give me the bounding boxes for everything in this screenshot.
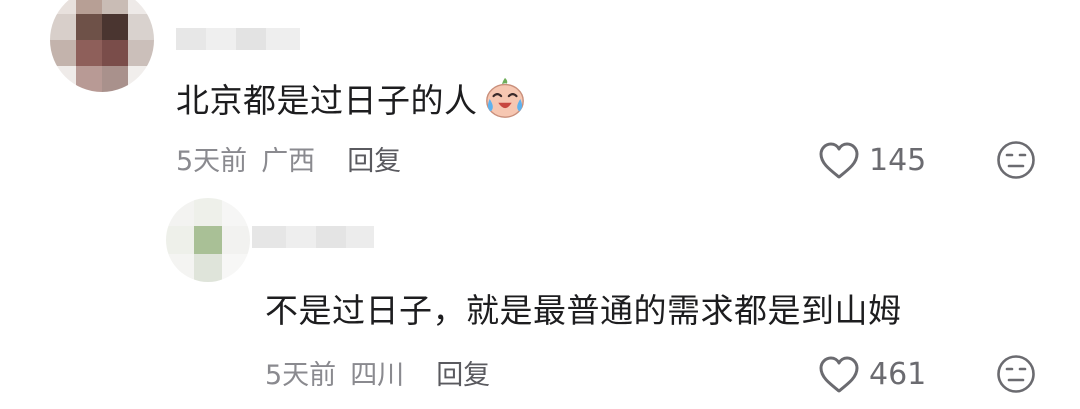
neutral-face-icon[interactable] <box>996 140 1036 180</box>
reply-button[interactable]: 回复 <box>436 353 490 392</box>
avatar[interactable] <box>50 0 154 92</box>
heart-outline-icon <box>819 356 859 393</box>
like-count: 461 <box>869 356 927 392</box>
comment-time: 5天前 <box>265 359 337 391</box>
username-blurred[interactable] <box>252 226 374 248</box>
heart-outline-icon <box>819 142 859 179</box>
comment-list: 北京都是过日子的人 5天前 广西 回复 145 不是过日子，就是最普通的需求都是… <box>0 0 1080 409</box>
crying-laughing-face-icon <box>485 77 524 118</box>
comment-text-content: 不是过日子，就是最普通的需求都是到山姆 <box>265 291 902 330</box>
neutral-face-icon[interactable] <box>996 354 1036 394</box>
comment-meta: 5天前 广西 回复 <box>176 138 401 178</box>
like-button[interactable]: 461 <box>817 352 926 396</box>
avatar[interactable] <box>166 198 250 282</box>
like-count: 145 <box>869 142 927 178</box>
like-button[interactable]: 145 <box>817 138 926 182</box>
comment-meta: 5天前 四川 回复 <box>265 352 490 392</box>
comment-text: 北京都是过日子的人 <box>176 74 528 122</box>
comment-location: 广西 <box>261 145 316 177</box>
comment-time: 5天前 <box>176 145 248 177</box>
comment-text: 不是过日子，就是最普通的需求都是到山姆 <box>265 284 902 332</box>
reply-button[interactable]: 回复 <box>347 139 401 178</box>
comment-text-content: 北京都是过日子的人 <box>176 81 478 120</box>
username-blurred[interactable] <box>176 28 300 50</box>
comment-location: 四川 <box>350 359 405 391</box>
